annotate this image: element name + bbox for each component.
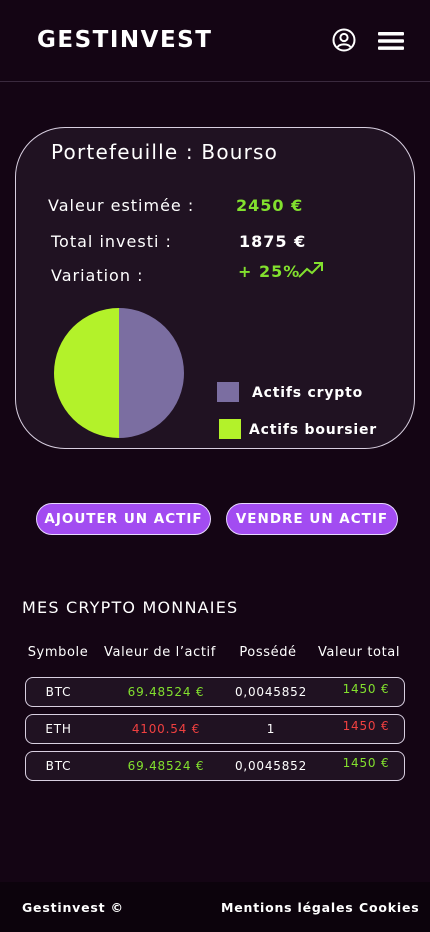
trend-up-icon [298, 262, 323, 278]
user-circle-icon[interactable] [332, 28, 356, 52]
sell-asset-button[interactable]: VENDRE UN ACTIF [226, 503, 398, 535]
legal-link[interactable]: Mentions légales [221, 900, 354, 915]
menu-icon[interactable] [378, 31, 404, 51]
estimated-value-label: Valeur estimée : [48, 196, 195, 215]
crypto-row[interactable]: ETH 4100.54 € 1 1450 € [25, 714, 405, 744]
cell-asset-value: 69.48524 € [127, 759, 205, 773]
invested-value: 1875 € [239, 232, 307, 251]
portfolio-title: Portefeuille : Bourso [51, 140, 279, 164]
logo[interactable]: GESTINVEST [37, 27, 212, 53]
pie-slice-stocks [54, 308, 119, 438]
add-asset-button[interactable]: AJOUTER UN ACTIF [36, 503, 211, 535]
cell-asset-value: 4100.54 € [131, 722, 201, 736]
footer-brand: Gestinvest © [22, 900, 124, 915]
column-header-symbol: Symbole [27, 645, 89, 660]
estimated-value: 2450 € [236, 196, 304, 215]
footer: Gestinvest © Mentions légales Cookies [0, 882, 430, 932]
legend-label-stocks: Actifs boursier [249, 422, 377, 438]
column-header-asset-value: Valeur de l’actif [104, 645, 216, 660]
variation-label: Variation : [51, 266, 144, 285]
column-header-total: Valeur total [317, 645, 401, 660]
cell-symbol: BTC [45, 759, 72, 773]
column-header-owned: Possédé [239, 645, 297, 660]
cell-owned: 1 [266, 722, 276, 736]
cell-asset-value: 69.48524 € [127, 685, 205, 699]
portfolio-card: Portefeuille : Bourso Valeur estimée : 2… [15, 127, 415, 449]
legend-label-crypto: Actifs crypto [252, 385, 363, 401]
crypto-row[interactable]: BTC 69.48524 € 0,0045852 1450 € [25, 677, 405, 707]
cell-total: 1450 € [342, 682, 390, 696]
crypto-section-title: MES CRYPTO MONNAIES [22, 598, 239, 617]
cell-owned: 0,0045852 [234, 759, 308, 773]
legend-swatch-crypto [217, 382, 239, 402]
cell-symbol: ETH [45, 722, 72, 736]
pie-slice-crypto [119, 308, 184, 438]
legend-swatch-stocks [219, 419, 241, 439]
cell-symbol: BTC [45, 685, 72, 699]
header: GESTINVEST [0, 0, 430, 82]
pie-chart [54, 308, 184, 438]
cell-total: 1450 € [342, 756, 390, 770]
cookies-link[interactable]: Cookies [359, 900, 419, 915]
cell-owned: 0,0045852 [234, 685, 308, 699]
cell-total: 1450 € [342, 719, 390, 733]
crypto-row[interactable]: BTC 69.48524 € 0,0045852 1450 € [25, 751, 405, 781]
variation-value: + 25% [238, 262, 301, 281]
invested-label: Total investi : [51, 232, 172, 251]
